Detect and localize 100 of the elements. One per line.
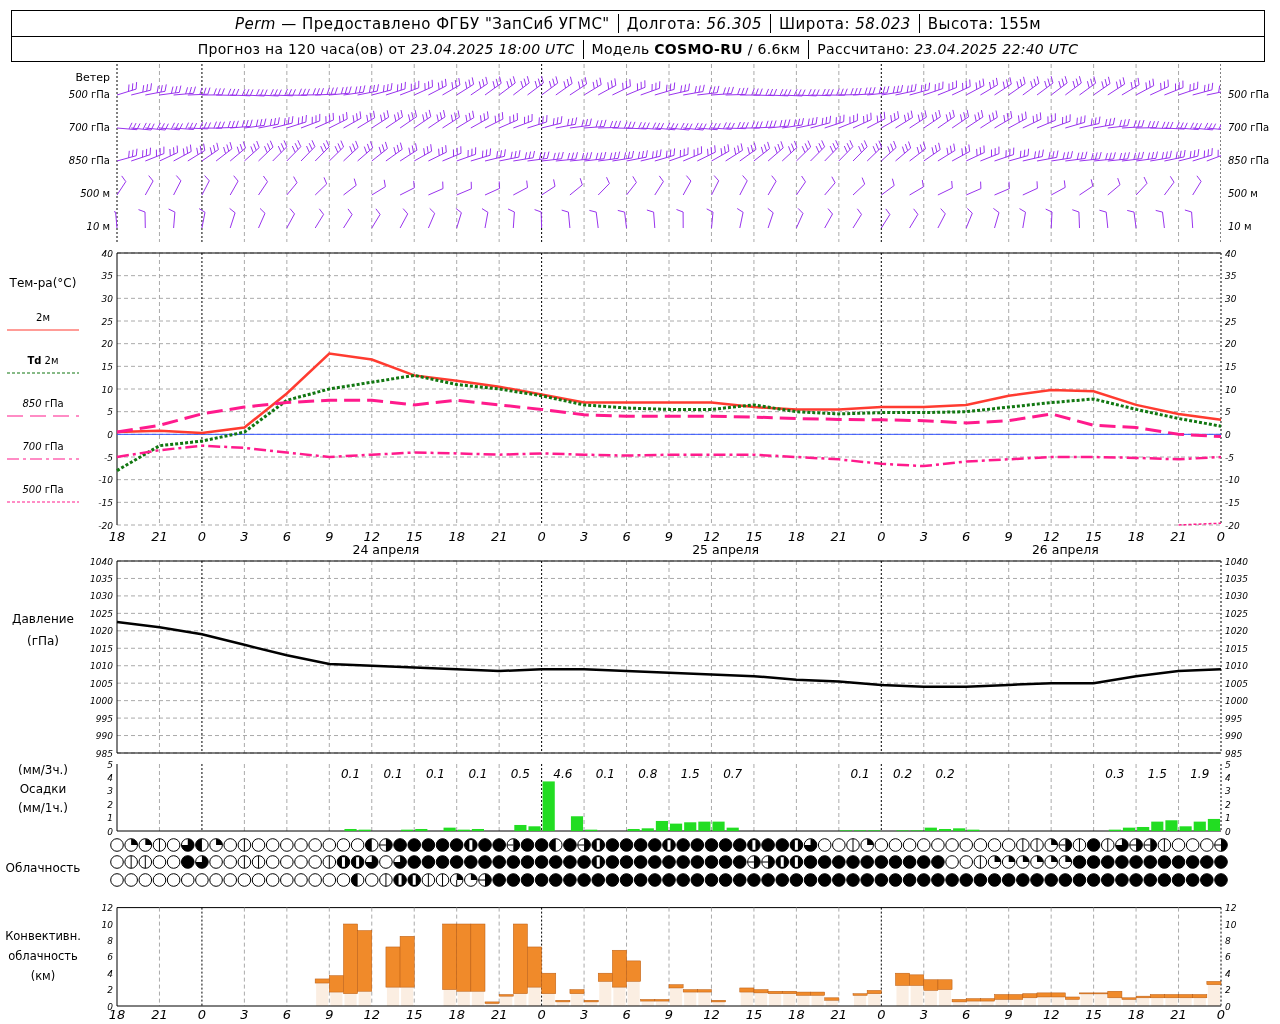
wind-level-label: 700 гПа bbox=[1228, 121, 1270, 135]
precipitation-amount-label: 0.8 bbox=[638, 767, 658, 781]
hour-label: 18 bbox=[108, 529, 126, 544]
hour-label: 0 bbox=[877, 1007, 886, 1022]
header-field: Долгота: 56.305 bbox=[626, 14, 763, 33]
header-field: Высота: 155м bbox=[927, 14, 1042, 33]
axis-label: 3 bbox=[1225, 786, 1231, 797]
axis-label: 10 bbox=[101, 919, 113, 930]
axis-label: 25 bbox=[1225, 316, 1237, 327]
axis-label: 0 bbox=[1225, 429, 1231, 440]
axis-label: 35 bbox=[101, 271, 113, 282]
precipitation-amount-label: 0.1 bbox=[425, 767, 445, 781]
axis-label: 1020 bbox=[1225, 626, 1248, 637]
hour-label: 0 bbox=[537, 529, 546, 544]
hour-label: 3 bbox=[919, 1007, 928, 1022]
axis-label: 30 bbox=[101, 293, 113, 304]
axis-label: 995 bbox=[1225, 713, 1243, 724]
precipitation-amount-label: 0.1 bbox=[383, 767, 403, 781]
axis-label: 20 bbox=[1225, 339, 1237, 350]
hour-label: 6 bbox=[282, 529, 291, 544]
legend-label: 2м bbox=[36, 311, 50, 325]
axis-label: 0 bbox=[107, 826, 113, 837]
hour-label: 12 bbox=[1042, 1007, 1060, 1022]
axis-label: 35 bbox=[1225, 271, 1237, 282]
precipitation-amount-label: 1.9 bbox=[1190, 767, 1210, 781]
precipitation-amount-label: 4.6 bbox=[553, 767, 573, 781]
wind-level-label: 700 гПа bbox=[68, 121, 110, 135]
hour-label: 6 bbox=[282, 1007, 291, 1022]
hour-label: 18 bbox=[448, 529, 465, 544]
wind-level-label: 500 м bbox=[1228, 187, 1258, 201]
axis-label: 1035 bbox=[90, 573, 113, 584]
axis-label: 1 bbox=[1225, 813, 1231, 824]
chart-title: Осадки bbox=[19, 781, 67, 798]
header-field: Модель COSMO-RU / 6.6км bbox=[591, 41, 801, 57]
hour-label: 6 bbox=[962, 529, 971, 544]
axis-label: 985 bbox=[1225, 748, 1243, 759]
chart-title: (гПа) bbox=[26, 633, 59, 650]
chart-title: Давление bbox=[12, 611, 74, 628]
axis-label: 15 bbox=[101, 361, 113, 372]
axis-label: -15 bbox=[98, 497, 113, 508]
axis-label: 6 bbox=[107, 952, 113, 963]
axis-label: 1025 bbox=[90, 608, 113, 619]
axis-label: 985 bbox=[95, 748, 113, 759]
precipitation-amount-label: 0.1 bbox=[595, 767, 615, 781]
precipitation-amount-label: 0.5 bbox=[510, 767, 530, 781]
axis-label: 1035 bbox=[1225, 573, 1248, 584]
hour-label: 9 bbox=[664, 1007, 674, 1022]
axis-label: 10 bbox=[1225, 384, 1237, 395]
hour-label: 15 bbox=[745, 1007, 763, 1022]
hour-label: 9 bbox=[664, 529, 674, 544]
wind-title: Ветер bbox=[75, 70, 110, 86]
hour-label: 3 bbox=[240, 1007, 249, 1022]
hour-label: 0 bbox=[1216, 1007, 1226, 1022]
axis-label: 10 bbox=[101, 384, 113, 395]
axis-label: 4 bbox=[1225, 968, 1231, 979]
wind-level-label: 850 гПа bbox=[1228, 154, 1270, 168]
axis-label: -10 bbox=[1225, 475, 1240, 486]
axis-label: 1040 bbox=[90, 556, 113, 567]
axis-label: -20 bbox=[98, 520, 113, 531]
axis-label: 6 bbox=[1225, 952, 1231, 963]
axis-label: 8 bbox=[107, 935, 113, 946]
hour-label: 9 bbox=[325, 529, 334, 544]
axis-label: 5 bbox=[107, 407, 113, 418]
axis-label: 40 bbox=[101, 248, 113, 259]
hour-label: 6 bbox=[622, 529, 631, 544]
axis-label: 995 bbox=[95, 713, 113, 724]
axis-label: 1025 bbox=[1225, 608, 1248, 619]
hour-label: 3 bbox=[919, 529, 928, 544]
hour-label: 6 bbox=[622, 1007, 631, 1022]
axis-label: 4 bbox=[1225, 772, 1231, 783]
hour-label: 15 bbox=[405, 1007, 423, 1022]
axis-label: -10 bbox=[98, 475, 113, 486]
date-label: 24 апреля bbox=[352, 542, 420, 557]
hour-label: 12 bbox=[1042, 529, 1060, 544]
axis-label: 990 bbox=[1225, 731, 1243, 742]
hour-label: 15 bbox=[1085, 529, 1102, 544]
axis-label: 2 bbox=[1225, 799, 1231, 810]
wind-level-label: 10 м bbox=[1228, 220, 1252, 234]
chart-title: (мм/3ч.) bbox=[17, 762, 69, 779]
hour-label: 21 bbox=[830, 529, 848, 544]
axis-label: 1005 bbox=[1225, 678, 1248, 689]
axis-label: 1 bbox=[107, 813, 113, 824]
hour-label: 0 bbox=[197, 1007, 207, 1022]
axis-label: 3 bbox=[107, 786, 113, 797]
hour-label: 21 bbox=[830, 1007, 848, 1022]
axis-label: 4 bbox=[107, 772, 113, 783]
precipitation-amount-label: 0.7 bbox=[723, 767, 743, 781]
axis-label: 0 bbox=[107, 429, 113, 440]
axis-label: 1015 bbox=[90, 643, 113, 654]
axis-label: 8 bbox=[1225, 935, 1231, 946]
date-label: 26 апреля bbox=[1031, 542, 1099, 557]
axis-label: 1020 bbox=[90, 626, 113, 637]
precipitation-amount-label: 1.5 bbox=[680, 767, 700, 781]
hour-label: 0 bbox=[197, 529, 207, 544]
chart-title: Тем-ра(°C) bbox=[9, 275, 77, 291]
hour-label: 12 bbox=[363, 529, 381, 544]
precipitation-amount-label: 1.5 bbox=[1147, 767, 1167, 781]
hour-label: 21 bbox=[490, 529, 508, 544]
axis-label: -5 bbox=[104, 452, 113, 463]
hour-label: 9 bbox=[1004, 1007, 1013, 1022]
